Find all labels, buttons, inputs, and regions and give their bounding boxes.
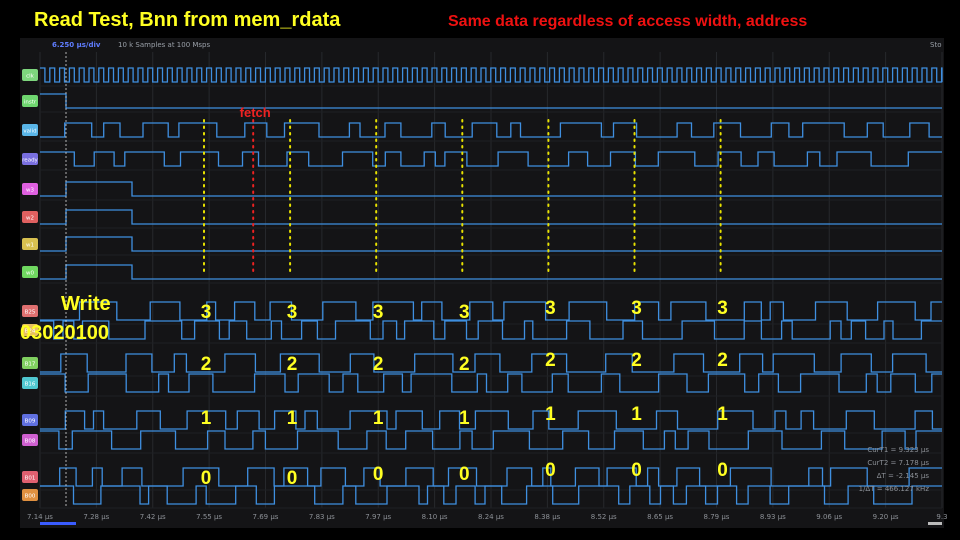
x-tick-label: 8.79 µs <box>704 513 730 521</box>
channel-label: w3 <box>26 188 34 194</box>
logic-analyzer-chart: 7.14 µs 7.28 µs 7.42 µs 7.55 µs 7.69 µs 7.83 … <box>20 52 948 521</box>
channel-tag-instr[interactable]: instr <box>22 95 38 107</box>
scroll-end-indicator[interactable] <box>928 522 942 525</box>
data-digit-label: 2 <box>545 350 556 371</box>
write-annotation-value: 03020100 <box>20 322 109 344</box>
x-tick-label: 7.97 µs <box>365 513 391 521</box>
data-digit-label: 3 <box>287 302 298 323</box>
data-digit-label: 2 <box>201 354 212 375</box>
x-tick-label: 7.69 µs <box>253 513 279 521</box>
channel-label: w1 <box>26 243 34 249</box>
data-digit-label: 3 <box>459 302 470 323</box>
channel-label: B09 <box>25 419 36 425</box>
cursor-t2-readout: CurT2 = 7.178 µs <box>867 459 929 467</box>
data-digit-label: 0 <box>631 460 642 481</box>
trace-clk <box>40 67 943 83</box>
channel-tag-w1[interactable]: w1 <box>22 238 38 250</box>
x-tick-label: 8.24 µs <box>478 513 504 521</box>
channel-tag-B16[interactable]: B16 <box>22 377 38 389</box>
channel-tag-B08[interactable]: B08 <box>22 434 38 446</box>
x-tick-label: 7.28 µs <box>83 513 109 521</box>
channel-label: B08 <box>25 439 36 445</box>
data-digit-label: 1 <box>459 408 470 429</box>
channel-tag-w3[interactable]: w3 <box>22 183 38 195</box>
cursor-delta-readout: ΔT = -2.145 µs <box>876 472 929 480</box>
channel-tag-B09[interactable]: B09 <box>22 414 38 426</box>
scroll-position-indicator[interactable] <box>40 522 76 525</box>
channel-label: B01 <box>25 476 36 482</box>
channel-tag-clk[interactable]: clk <box>22 69 38 81</box>
data-digit-label: 3 <box>373 302 384 323</box>
channel-tag-w2[interactable]: w2 <box>22 211 38 223</box>
x-tick-label: 8.52 µs <box>591 513 617 521</box>
data-digit-label: 0 <box>717 460 728 481</box>
data-digit-label: 1 <box>717 404 728 425</box>
data-digit-label: 3 <box>717 298 728 319</box>
x-tick-label: 9.3 <box>936 513 947 521</box>
channel-label: instr <box>24 100 37 106</box>
x-tick-label: 8.10 µs <box>422 513 448 521</box>
data-digit-label: 2 <box>717 350 728 371</box>
fetch-annotation: fetch <box>240 105 271 120</box>
channel-label: valid <box>23 129 36 135</box>
channel-label: ready <box>22 158 38 164</box>
x-tick-label: 7.55 µs <box>196 513 222 521</box>
channel-label: B25 <box>25 310 36 316</box>
x-tick-label: 8.38 µs <box>534 513 560 521</box>
x-tick-label: 7.42 µs <box>140 513 166 521</box>
channel-label: B00 <box>25 494 36 500</box>
data-digit-label: 1 <box>287 408 298 429</box>
x-tick-label: 9.20 µs <box>873 513 899 521</box>
channel-tag-w0[interactable]: w0 <box>22 266 38 278</box>
cursor-frequency-readout: 1/ΔT = 466.127 kHz <box>858 485 929 493</box>
cursor-t1-readout: CurT1 = 9.323 µs <box>867 446 929 454</box>
data-digit-label: 2 <box>631 350 642 371</box>
data-digit-label: 2 <box>373 354 384 375</box>
data-digit-label: 0 <box>459 464 470 485</box>
channel-label: clk <box>26 74 35 80</box>
channel-tag-valid[interactable]: valid <box>22 124 38 136</box>
data-digit-label: 3 <box>631 298 642 319</box>
data-digit-label: 1 <box>545 404 556 425</box>
x-tick-label: 8.93 µs <box>760 513 786 521</box>
data-digit-label: 1 <box>631 404 642 425</box>
x-tick-label: 9.06 µs <box>816 513 842 521</box>
x-tick-label: 7.14 µs <box>27 513 53 521</box>
data-digit-label: 2 <box>287 354 298 375</box>
write-annotation-label: Write <box>61 293 111 315</box>
channel-label: B17 <box>25 362 36 368</box>
data-digit-label: 0 <box>201 468 212 489</box>
channel-tag-B17[interactable]: B17 <box>22 357 38 369</box>
x-tick-label: 8.65 µs <box>647 513 673 521</box>
data-digit-label: 3 <box>201 302 212 323</box>
data-digit-label: 0 <box>287 468 298 489</box>
x-tick-label: 7.83 µs <box>309 513 335 521</box>
data-digit-label: 1 <box>201 408 212 429</box>
data-digit-label: 3 <box>545 298 556 319</box>
channel-tag-ready[interactable]: ready <box>22 153 39 165</box>
channel-label: B16 <box>25 382 36 388</box>
data-digit-label: 2 <box>459 354 470 375</box>
data-digit-label: 0 <box>545 460 556 481</box>
channel-label: w2 <box>26 216 34 222</box>
channel-tag-B01[interactable]: B01 <box>22 471 38 483</box>
data-digit-label: 0 <box>373 464 384 485</box>
channel-tag-B00[interactable]: B00 <box>22 489 38 501</box>
channel-label: w0 <box>26 271 34 277</box>
channel-tag-B25[interactable]: B25 <box>22 305 38 317</box>
data-digit-label: 1 <box>373 408 384 429</box>
